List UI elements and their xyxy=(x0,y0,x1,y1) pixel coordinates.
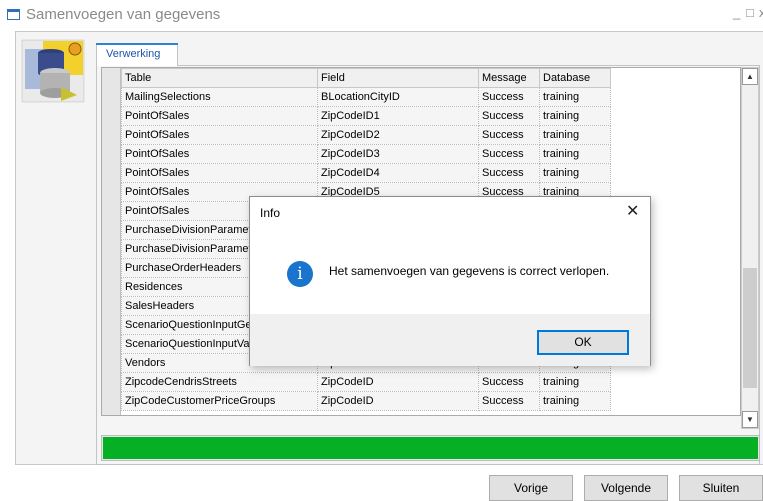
table-row[interactable]: PointOfSales ZipCodeID3 Success training xyxy=(121,144,611,164)
dialog-footer: OK xyxy=(250,314,650,366)
close-wizard-button[interactable]: Sluiten xyxy=(679,475,763,501)
table-row[interactable]: MailingSelections BLocationCityID Success t… xyxy=(121,87,611,107)
cell-field: ZipCodeID1 xyxy=(317,106,479,126)
dialog-title: Info xyxy=(260,206,281,220)
cell-database: training xyxy=(539,144,611,164)
cell-table: PointOfSales xyxy=(121,125,318,145)
cell-database: training xyxy=(539,106,611,126)
row-header-column xyxy=(102,68,121,415)
cell-database: training xyxy=(539,125,611,145)
cell-message: Success xyxy=(478,372,540,392)
cell-database: training xyxy=(539,372,611,392)
cell-message: Success xyxy=(478,87,540,107)
cell-table: MailingSelections xyxy=(121,87,318,107)
table-row[interactable]: PointOfSales ZipCodeID1 Success training xyxy=(121,106,611,126)
scroll-down-arrow-icon[interactable]: ▼ xyxy=(742,411,758,428)
dialog-close-icon[interactable]: ✕ xyxy=(626,201,639,221)
cell-database: training xyxy=(539,87,611,107)
cell-message: Success xyxy=(478,144,540,164)
column-header-field[interactable]: Field xyxy=(317,68,479,88)
table-row[interactable]: PointOfSales ZipCodeID4 Success training xyxy=(121,163,611,183)
cell-message: Success xyxy=(478,106,540,126)
cell-message: Success xyxy=(478,125,540,145)
database-merge-logo-icon xyxy=(21,39,85,103)
table-row[interactable]: PointOfSales ZipCodeID2 Success training xyxy=(121,125,611,145)
cell-message: Success xyxy=(478,163,540,183)
column-header-table[interactable]: Table xyxy=(121,68,318,88)
cell-table: PointOfSales xyxy=(121,106,318,126)
table-row[interactable]: ZipCodeCustomerPriceGroups ZipCodeID Succe… xyxy=(121,391,611,411)
next-button[interactable]: Volgende xyxy=(584,475,668,501)
info-icon: i xyxy=(287,261,313,287)
table-row[interactable]: ZipcodeCendrisStreets ZipCodeID Success tra… xyxy=(121,372,611,392)
progress-bar xyxy=(101,435,760,461)
close-button[interactable]: x xyxy=(759,5,763,20)
previous-button[interactable]: Vorige xyxy=(489,475,573,501)
minimize-button[interactable]: _ xyxy=(733,5,740,20)
cell-field: ZipCodeID2 xyxy=(317,125,479,145)
dialog-message: Het samenvoegen van gegevens is correct … xyxy=(329,264,610,278)
cell-database: training xyxy=(539,163,611,183)
cell-field: ZipCodeID xyxy=(317,391,479,411)
cell-table: PointOfSales xyxy=(121,144,318,164)
scrollbar-thumb[interactable] xyxy=(743,268,757,388)
cell-table: ZipCodeCustomerPriceGroups xyxy=(121,391,318,411)
vertical-scrollbar[interactable]: ▲ ▼ xyxy=(741,67,759,429)
scroll-up-arrow-icon[interactable]: ▲ xyxy=(742,68,758,85)
column-header-database[interactable]: Database xyxy=(539,68,611,88)
tab-verwerking[interactable]: Verwerking xyxy=(96,43,178,66)
info-dialog: Info ✕ i Het samenvoegen van gegevens is… xyxy=(249,196,651,366)
cell-field: ZipCodeID3 xyxy=(317,144,479,164)
cell-table: ZipcodeCendrisStreets xyxy=(121,372,318,392)
cell-table: PointOfSales xyxy=(121,163,318,183)
cell-message: Success xyxy=(478,391,540,411)
cell-field: ZipCodeID4 xyxy=(317,163,479,183)
ok-button[interactable]: OK xyxy=(537,330,629,355)
cell-field: BLocationCityID xyxy=(317,87,479,107)
cell-field: ZipCodeID xyxy=(317,372,479,392)
title-bar: Samenvoegen van gegevens _ □ x xyxy=(0,0,763,30)
window-icon xyxy=(7,9,20,20)
maximize-button[interactable]: □ xyxy=(746,5,754,20)
column-header-message[interactable]: Message xyxy=(478,68,540,88)
window-title: Samenvoegen van gegevens xyxy=(26,6,221,23)
progress-fill xyxy=(103,437,758,459)
cell-database: training xyxy=(539,391,611,411)
